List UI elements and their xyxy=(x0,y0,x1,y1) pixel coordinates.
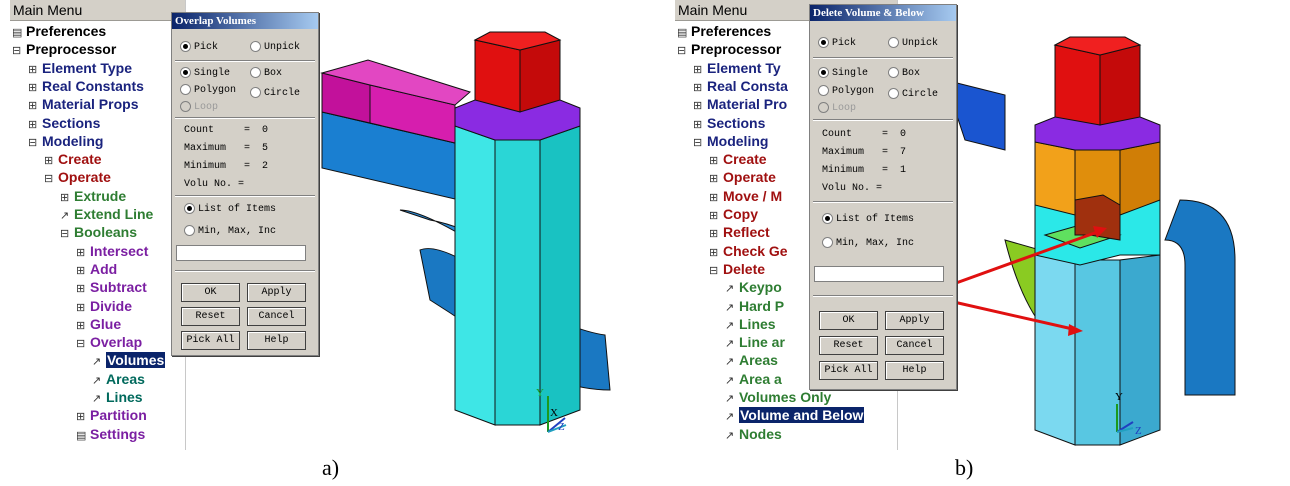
radio-on-icon xyxy=(818,67,829,78)
panel-b: Main Menu ▤ Preferences ⊟ Preprocessor ⊞ Elem… xyxy=(675,0,1290,450)
box-radio[interactable]: Box xyxy=(250,67,282,79)
help-button[interactable]: Help xyxy=(247,331,306,350)
axis-y-label: Y xyxy=(536,387,544,399)
circle-radio[interactable]: Circle xyxy=(250,87,300,99)
help-button[interactable]: Help xyxy=(885,361,944,380)
radio-disabled-icon xyxy=(180,101,191,112)
separator xyxy=(813,57,953,59)
cancel-button[interactable]: Cancel xyxy=(885,336,944,355)
minimum-readout: Minimum = 1 xyxy=(822,165,907,176)
volu-no-readout: Volu No. = xyxy=(822,183,883,194)
axis-y-label: Y xyxy=(1115,391,1123,403)
pick-all-button[interactable]: Pick All xyxy=(181,331,240,350)
separator xyxy=(813,119,953,121)
apply-button[interactable]: Apply xyxy=(885,311,944,330)
count-readout: Count = 0 xyxy=(822,129,907,140)
axis-z-label: Z xyxy=(558,421,565,433)
red-top-front xyxy=(474,39,521,113)
cyan-column-right xyxy=(1119,254,1161,446)
min-max-inc-radio[interactable]: Min, Max, Inc xyxy=(822,237,914,249)
volu-no-readout: Volu No. = xyxy=(184,179,245,190)
unpick-radio[interactable]: Unpick xyxy=(888,37,938,49)
ok-button[interactable]: OK xyxy=(819,311,878,330)
model-viewport[interactable]: Y Z xyxy=(675,0,1290,450)
axis-x-label: X xyxy=(550,407,558,419)
caption-b: b) xyxy=(955,455,974,480)
red-top-side xyxy=(519,39,561,113)
polygon-radio[interactable]: Polygon xyxy=(180,84,236,96)
radio-off-icon xyxy=(822,237,833,248)
radio-off-icon xyxy=(250,87,261,98)
red-top-side xyxy=(1099,44,1141,126)
separator xyxy=(175,60,315,62)
radio-off-icon xyxy=(818,85,829,96)
separator xyxy=(813,201,953,203)
unpick-radio[interactable]: Unpick xyxy=(250,41,300,53)
cyan-column-left xyxy=(454,125,496,426)
dialog-title: Overlap Volumes xyxy=(172,13,318,29)
radio-off-icon xyxy=(250,67,261,78)
item-entry-input[interactable] xyxy=(176,245,306,261)
radio-on-icon xyxy=(184,203,195,214)
circle-radio[interactable]: Circle xyxy=(888,88,938,100)
loop-radio: Loop xyxy=(818,102,856,114)
delete-volume-dialog: Delete Volume & Below Pick Unpick Single… xyxy=(809,4,957,390)
radio-off-icon xyxy=(888,37,899,48)
polygon-radio[interactable]: Polygon xyxy=(818,85,874,97)
radio-disabled-icon xyxy=(818,102,829,113)
overlap-volumes-dialog: Overlap Volumes Pick Unpick Single Box P… xyxy=(171,12,319,356)
radio-off-icon xyxy=(888,67,899,78)
pick-radio[interactable]: Pick xyxy=(180,41,218,53)
reset-button[interactable]: Reset xyxy=(819,336,878,355)
separator xyxy=(175,195,315,197)
pick-radio[interactable]: Pick xyxy=(818,37,856,49)
maximum-readout: Maximum = 5 xyxy=(184,143,269,154)
orange-block-left xyxy=(1034,141,1076,216)
caption-a: a) xyxy=(322,455,340,480)
cyan-column-mid xyxy=(1074,259,1121,446)
ok-button[interactable]: OK xyxy=(181,283,240,302)
cyan-column-right xyxy=(539,125,581,426)
count-readout: Count = 0 xyxy=(184,125,269,136)
axis-z-label: Z xyxy=(1135,425,1142,437)
radio-on-icon xyxy=(822,213,833,224)
list-of-items-radio[interactable]: List of Items xyxy=(184,203,276,215)
cancel-button[interactable]: Cancel xyxy=(247,307,306,326)
radio-off-icon xyxy=(888,88,899,99)
separator xyxy=(813,295,953,297)
model-viewport[interactable]: Y X Z xyxy=(0,0,645,450)
radio-off-icon xyxy=(184,225,195,236)
pick-all-button[interactable]: Pick All xyxy=(819,361,878,380)
separator xyxy=(175,270,315,272)
curved-pipe-volume xyxy=(1164,199,1236,396)
dialog-title: Delete Volume & Below xyxy=(810,5,956,21)
radio-off-icon xyxy=(180,84,191,95)
min-max-inc-radio[interactable]: Min, Max, Inc xyxy=(184,225,276,237)
maximum-readout: Maximum = 7 xyxy=(822,147,907,158)
red-top-front xyxy=(1054,44,1101,126)
reset-button[interactable]: Reset xyxy=(181,307,240,326)
box-radio[interactable]: Box xyxy=(888,67,920,79)
radio-on-icon xyxy=(180,41,191,52)
radio-on-icon xyxy=(180,67,191,78)
single-radio[interactable]: Single xyxy=(818,67,868,79)
separator xyxy=(175,117,315,119)
cyan-column-mid xyxy=(494,139,541,426)
cyan-column-left xyxy=(1034,254,1076,446)
item-entry-input[interactable] xyxy=(814,266,944,282)
apply-button[interactable]: Apply xyxy=(247,283,306,302)
minimum-readout: Minimum = 2 xyxy=(184,161,269,172)
radio-on-icon xyxy=(818,37,829,48)
single-radio[interactable]: Single xyxy=(180,67,230,79)
list-of-items-radio[interactable]: List of Items xyxy=(822,213,914,225)
panel-a: Main Menu ▤ Preferences ⊟ Preprocessor ⊞ Elem… xyxy=(0,0,645,450)
radio-off-icon xyxy=(250,41,261,52)
loop-radio: Loop xyxy=(180,101,218,113)
